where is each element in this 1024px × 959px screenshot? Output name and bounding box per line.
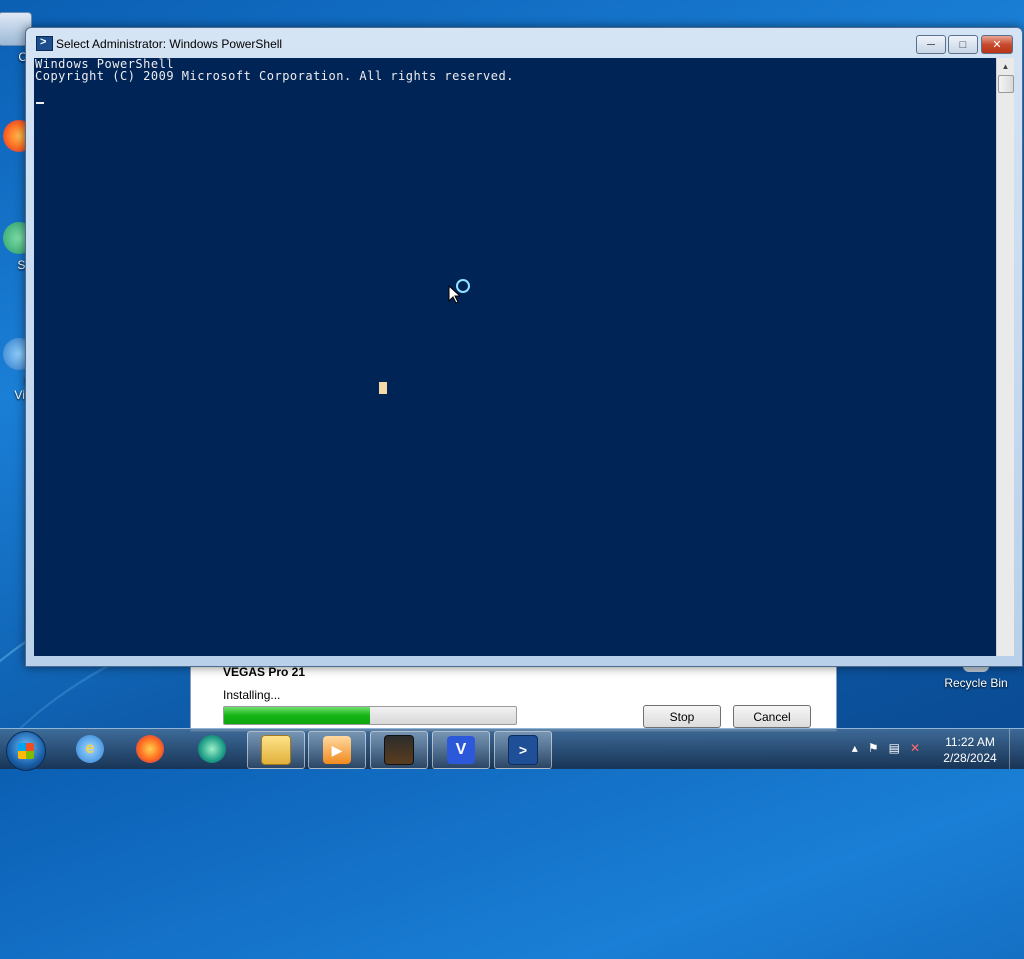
windows-logo-icon xyxy=(18,743,34,759)
window-title: Select Administrator: Windows PowerShell xyxy=(56,37,283,51)
clock-date: 2/28/2024 xyxy=(943,751,997,765)
installer-progress-bar xyxy=(223,706,517,725)
stop-button[interactable]: Stop xyxy=(643,705,721,728)
show-hidden-icons-icon[interactable]: ▴ xyxy=(852,741,858,755)
network-icon[interactable]: ▤ xyxy=(889,741,900,755)
vegas-v-icon: V xyxy=(447,736,475,764)
clock-time: 11:22 AM xyxy=(945,735,995,749)
scrollbar-thumb[interactable] xyxy=(998,75,1014,93)
file-explorer-icon xyxy=(261,735,291,765)
cancel-button[interactable]: Cancel xyxy=(733,705,811,728)
text-cursor xyxy=(36,102,44,104)
powershell-window[interactable]: > Select Administrator: Windows PowerShe… xyxy=(25,27,1023,667)
window-titlebar[interactable]: > Select Administrator: Windows PowerShe… xyxy=(26,28,1022,58)
internet-explorer-icon: e xyxy=(76,735,104,763)
powershell-icon: > xyxy=(508,735,538,765)
taskbar-item-ie[interactable]: e xyxy=(62,731,118,767)
taskbar-item-powershell[interactable]: > xyxy=(494,731,552,769)
taskbar-item-firefox[interactable] xyxy=(122,731,178,767)
media-icon xyxy=(198,735,226,763)
show-desktop-button[interactable] xyxy=(1009,729,1024,769)
console-area[interactable]: Windows PowerShell Copyright (C) 2009 Mi… xyxy=(34,58,996,656)
taskbar-item-media-player[interactable]: ▶ xyxy=(308,731,366,769)
volume-muted-icon[interactable]: ✕ xyxy=(910,741,920,755)
installer-title: VEGAS Pro 21 xyxy=(223,665,306,679)
taskbar: e ▶ V > ▴ ⚑ ▤ ✕ 11:22 AM 2/28/2024 xyxy=(0,728,1024,771)
firefox-icon xyxy=(136,735,164,763)
taskbar-item-vegas[interactable]: V xyxy=(432,731,490,769)
console-line: Copyright (C) 2009 Microsoft Corporation… xyxy=(35,69,514,83)
busy-indicator-icon xyxy=(456,279,470,293)
taskbar-item-explorer[interactable] xyxy=(247,731,305,769)
close-button[interactable]: ✕ xyxy=(981,35,1013,54)
vertical-scrollbar[interactable]: ▲ xyxy=(996,58,1014,656)
selection-block xyxy=(379,382,387,394)
desktop-icon-label: Recycle Bin xyxy=(944,676,1008,690)
vegas-installer-icon xyxy=(384,735,414,765)
close-icon: ✕ xyxy=(992,39,1002,51)
taskbar-item-media[interactable] xyxy=(184,731,240,767)
installer-progress-fill xyxy=(224,707,370,724)
minimize-icon: ─ xyxy=(927,38,935,51)
taskbar-item-installer[interactable] xyxy=(370,731,428,769)
start-button[interactable] xyxy=(6,731,46,771)
scroll-up-icon[interactable]: ▲ xyxy=(997,58,1014,75)
clock[interactable]: 11:22 AM 2/28/2024 xyxy=(940,734,1000,766)
media-player-icon: ▶ xyxy=(323,736,351,764)
installer-status: Installing... xyxy=(223,688,281,702)
powershell-icon: > xyxy=(36,36,53,51)
maximize-icon: □ xyxy=(959,38,967,51)
minimize-button[interactable]: ─ xyxy=(916,35,946,54)
maximize-button[interactable]: □ xyxy=(948,35,978,54)
action-center-flag-icon[interactable]: ⚑ xyxy=(868,741,879,755)
